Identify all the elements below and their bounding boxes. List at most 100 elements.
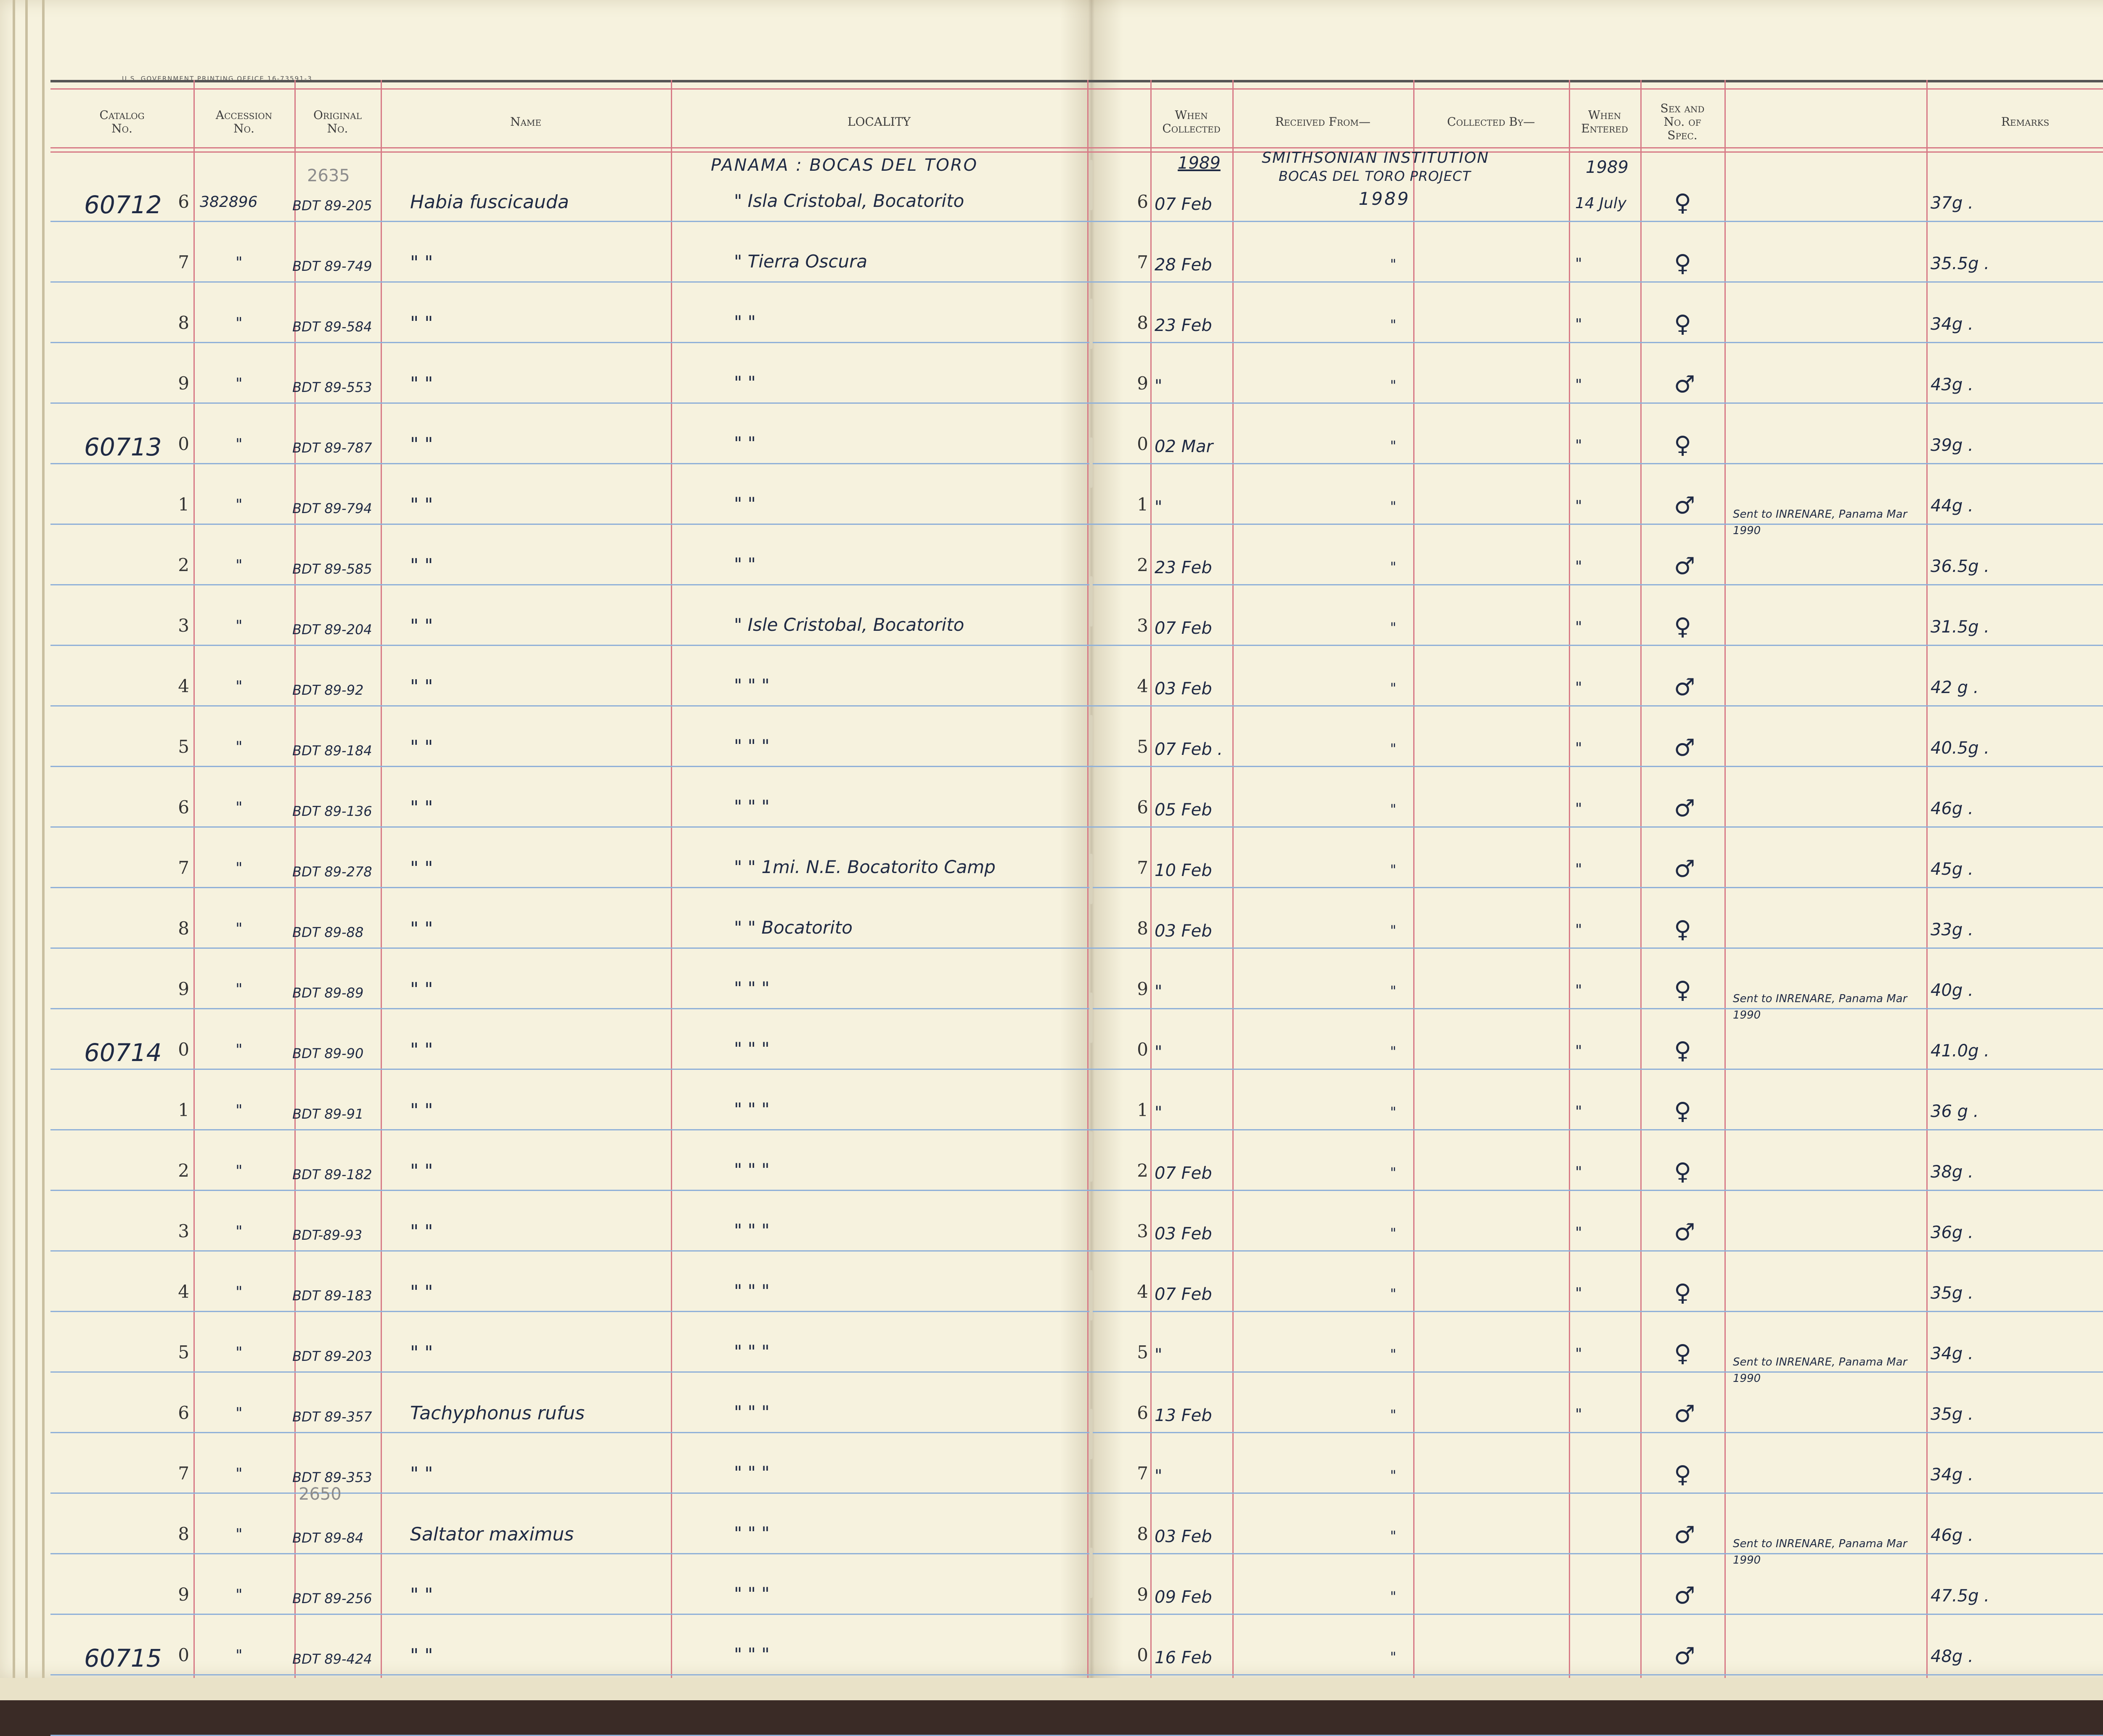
column-divider <box>193 80 195 1678</box>
original-no: BDT 89-203 <box>292 1348 372 1364</box>
received-from-line2: BOCAS DEL TORO PROJECT <box>1279 168 1471 184</box>
specimen-name: " " <box>410 1281 433 1303</box>
locality: " " " <box>734 1402 770 1422</box>
row-number-right: 9 <box>1137 979 1148 999</box>
received-from: " <box>1390 1467 1396 1483</box>
row-number-left: 4 <box>178 1281 189 1302</box>
when-collected: 13 Feb <box>1155 1406 1212 1425</box>
when-entered: " <box>1575 437 1582 454</box>
transfer-note: Sent to INRENARE, Panama Mar 1990 <box>1733 1356 1907 1385</box>
accession-no: " <box>236 799 243 816</box>
when-collected: 02 Mar <box>1155 437 1213 456</box>
ruled-line <box>50 766 2103 767</box>
remarks: 34g . <box>1931 1465 1973 1485</box>
received-from: " <box>1390 922 1396 938</box>
header-top-rule <box>50 88 2103 90</box>
original-no: BDT 89-183 <box>292 1288 372 1304</box>
remarks: 46g . <box>1931 799 1973 818</box>
sex-symbol: ♂ <box>1674 371 1695 398</box>
locality: " " " <box>734 675 770 696</box>
when-entered: " <box>1575 1164 1582 1181</box>
locality: " " " <box>734 1159 770 1180</box>
when-collected: 07 Feb <box>1155 619 1212 638</box>
locality: " " " <box>734 796 770 817</box>
ruled-line <box>50 1069 2103 1070</box>
specimen-name: " " <box>410 1584 433 1606</box>
catalog-number-prefix: 60714 <box>84 1038 162 1067</box>
column-header-name: Name <box>510 114 542 129</box>
column-divider <box>1150 80 1152 1678</box>
locality: " " " <box>734 736 770 756</box>
ruled-line <box>50 281 2103 283</box>
row-number-left: 3 <box>178 615 189 636</box>
locality: " Tierra Oscura <box>734 251 868 272</box>
received-from: " <box>1390 741 1396 757</box>
received-from: " <box>1390 619 1396 635</box>
specimen-name: Saltator maximus <box>410 1524 574 1545</box>
specimen-name: " " <box>410 1463 433 1485</box>
sex-symbol: ♂ <box>1674 1219 1695 1246</box>
ruled-line <box>50 1674 2103 1675</box>
row-number-right: 2 <box>1137 1160 1148 1181</box>
accession-no: " <box>236 315 243 332</box>
accession-no: 382896 <box>200 193 258 211</box>
page-edge <box>25 0 28 1678</box>
remarks: 33g . <box>1931 920 1973 939</box>
when-entered: " <box>1575 679 1582 696</box>
specimen-name: " " <box>410 494 433 516</box>
column-header-received: Received From— <box>1275 114 1371 129</box>
accession-no: " <box>236 1586 243 1604</box>
row-number-left: 7 <box>178 857 189 878</box>
original-no: BDT 89-92 <box>292 682 364 698</box>
when-collected: " <box>1155 498 1163 517</box>
remarks: 38g . <box>1931 1162 1973 1182</box>
binding-stitch <box>1089 1131 1093 1182</box>
sex-symbol: ♀ <box>1674 250 1692 277</box>
column-divider <box>1926 80 1928 1678</box>
transfer-note: Sent to INRENARE, Panama Mar 1990 <box>1733 508 1907 537</box>
row-number-left: 2 <box>178 555 189 575</box>
accession-no: " <box>236 1405 243 1422</box>
when-entered: " <box>1575 316 1582 333</box>
specimen-name: " " <box>410 1039 433 1061</box>
ruled-line <box>50 463 2103 464</box>
when-collected: 03 Feb <box>1155 921 1212 941</box>
accession-no: " <box>236 860 243 877</box>
column-header-notes <box>1724 97 1926 147</box>
remarks: 46g . <box>1931 1526 1973 1545</box>
locality: " Isle Cristobal, Bocatorito <box>734 614 964 635</box>
accession-no: " <box>236 617 243 635</box>
remarks: 36.5g . <box>1931 557 1989 576</box>
specimen-name: " " <box>410 252 433 273</box>
row-number-right: 8 <box>1137 1524 1148 1544</box>
column-header-sex: Sex and No. of Spec. <box>1660 101 1705 143</box>
received-from: " <box>1390 317 1396 333</box>
row-number-left: 1 <box>178 1100 189 1120</box>
specimen-name: " " <box>410 1221 433 1242</box>
remarks: 40.5g . <box>1931 738 1989 758</box>
received-from: " <box>1390 1286 1396 1302</box>
remarks: 31.5g . <box>1931 617 1989 637</box>
ledger-page: U.S. GOVERNMENT PRINTING OFFICE 16-73591… <box>0 0 2103 1736</box>
row-number-right: 1 <box>1137 1100 1148 1120</box>
received-from: " <box>1390 983 1396 999</box>
specimen-name: " " <box>410 555 433 576</box>
locality: " " " <box>734 1462 770 1483</box>
when-collected: " <box>1155 1103 1163 1122</box>
binding-stitch <box>1089 992 1093 1043</box>
when-entered: " <box>1575 982 1582 999</box>
sex-symbol: ♂ <box>1674 795 1695 822</box>
collected-year: 1989 <box>1178 153 1221 173</box>
when-entered: " <box>1575 1224 1582 1241</box>
remarks: 45g . <box>1931 860 1973 879</box>
when-entered: " <box>1575 1285 1582 1302</box>
row-number-right: 7 <box>1137 1463 1148 1484</box>
when-entered: " <box>1575 740 1582 757</box>
row-number-right: 7 <box>1137 857 1148 878</box>
binding-stitch <box>1089 299 1093 349</box>
row-number-left: 5 <box>178 1342 189 1363</box>
original-no: BDT 89-91 <box>292 1106 364 1122</box>
row-number-right: 3 <box>1137 1221 1148 1241</box>
received-from: " <box>1390 1164 1396 1180</box>
ruled-line <box>50 1614 2103 1615</box>
